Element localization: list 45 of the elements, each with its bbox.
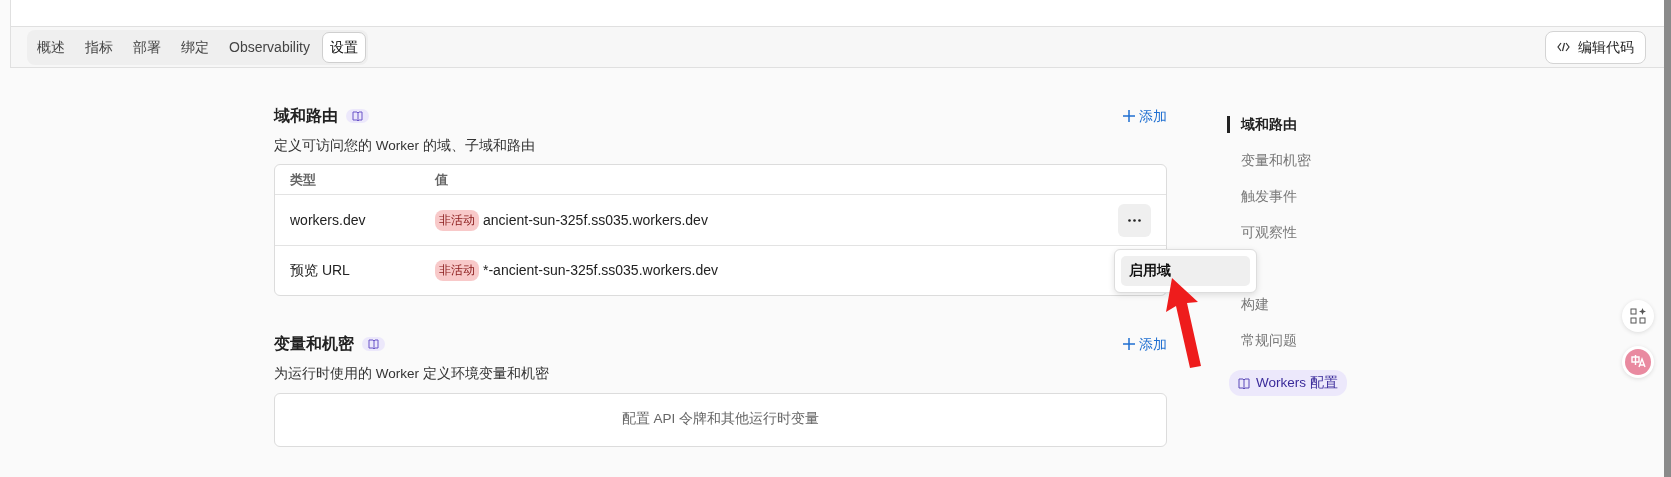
docs-link[interactable]: Workers 配置 [1229, 370, 1347, 397]
toc-link[interactable]: 常规问题 [1227, 332, 1297, 349]
status-badge: 非活动 [435, 209, 479, 231]
add-link[interactable]: 添加 [1123, 105, 1167, 127]
more-icon [1128, 218, 1141, 222]
more-button[interactable] [1118, 203, 1151, 237]
plus-icon [1123, 110, 1135, 122]
toc-link[interactable]: 域和路由 [1241, 116, 1297, 133]
scrollbar[interactable] [1664, 0, 1671, 477]
toc-link[interactable]: 变量和机密 [1227, 152, 1311, 169]
tab[interactable]: 概述 [29, 31, 73, 63]
code-icon [1557, 42, 1570, 52]
tab[interactable]: 绑定 [173, 31, 217, 63]
tab[interactable]: 部署 [125, 31, 169, 63]
tab[interactable]: 指标 [77, 31, 121, 63]
book-icon [368, 339, 379, 350]
tab[interactable]: 设置 [321, 31, 366, 63]
section-description: 为运行时使用的 Worker 定义环境变量和机密 [274, 365, 550, 384]
empty-state-panel[interactable]: 配置 API 令牌和其他运行时变量 [274, 392, 1167, 447]
toc-link[interactable]: 触发事件 [1227, 188, 1297, 205]
apps-button[interactable] [1622, 300, 1654, 332]
status-badge: 非活动 [435, 260, 479, 282]
translate-icon [1625, 349, 1651, 375]
book-icon [1238, 377, 1250, 389]
table-cell: 预览 URL [290, 262, 350, 279]
toc-link[interactable]: 可观察性 [1227, 224, 1297, 241]
docs-badge[interactable] [362, 337, 385, 352]
column-header: 类型 [290, 172, 316, 187]
add-link[interactable]: 添加 [1123, 333, 1167, 355]
table-cell-text: ancient-sun-325f.ss035.workers.dev [483, 210, 708, 230]
book-icon [352, 111, 363, 121]
plus-icon [1123, 338, 1135, 351]
column-header: 值 [435, 172, 448, 187]
section-title: 域和路由 [274, 106, 338, 126]
edit-code-button[interactable]: 编辑代码 [1545, 30, 1646, 64]
menu-item[interactable]: 启用域 [1121, 256, 1250, 287]
grid-icon [1630, 308, 1646, 324]
docs-badge[interactable] [346, 109, 369, 123]
toc-link[interactable]: 构建 [1227, 296, 1269, 313]
translate-button[interactable] [1622, 346, 1654, 378]
section-description: 定义可访问您的 Worker 的域、子域和路由 [274, 137, 536, 155]
tab[interactable]: Observability [221, 31, 318, 63]
section-title: 变量和机密 [274, 334, 354, 355]
table-cell-text: *-ancient-sun-325f.ss035.workers.dev [483, 261, 718, 281]
table-cell: workers.dev [290, 211, 366, 228]
